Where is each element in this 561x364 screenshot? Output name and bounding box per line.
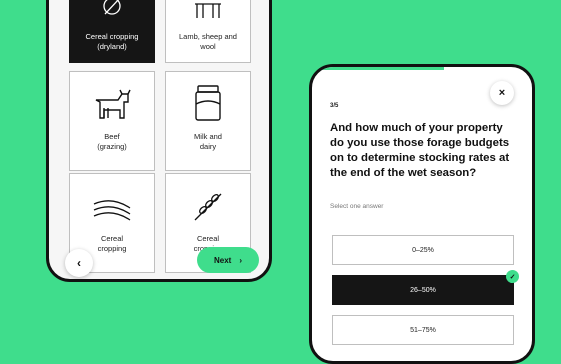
next-label: Next bbox=[213, 255, 232, 265]
answer-option-label: 26–50% bbox=[410, 286, 436, 294]
question-text: And how much of your property do you use… bbox=[330, 122, 510, 179]
back-button[interactable]: ‹ bbox=[65, 249, 93, 277]
chevron-left-icon: ‹ bbox=[77, 256, 81, 270]
chevron-right-icon: › bbox=[239, 255, 242, 265]
farm-card-line1: Lamb, sheep and bbox=[179, 32, 237, 41]
answer-option-0-25[interactable]: 0–25% bbox=[332, 235, 514, 265]
farm-card-line2: (dryland) bbox=[97, 42, 127, 51]
farm-card-cereal-dryland[interactable]: Cereal cropping (dryland) bbox=[69, 0, 155, 63]
answer-option-26-50[interactable]: 26–50% ✓ bbox=[332, 270, 519, 305]
step-indicator: 3/5 bbox=[330, 103, 339, 109]
farm-card-line1: Beef bbox=[104, 132, 120, 141]
milk-carton-icon bbox=[195, 85, 221, 121]
answer-option-label: 51–75% bbox=[410, 326, 436, 334]
answer-option-label: 0–25% bbox=[412, 246, 434, 254]
check-icon: ✓ bbox=[506, 270, 519, 283]
progress-bar bbox=[312, 67, 444, 70]
answer-hint: Select one answer bbox=[330, 203, 384, 210]
close-icon: × bbox=[498, 87, 506, 99]
farm-card-line2: dairy bbox=[199, 142, 217, 151]
close-button[interactable]: × bbox=[490, 81, 514, 105]
farm-type-screen: Cereal cropping (dryland) Lamb, sheep an… bbox=[46, 0, 272, 282]
farm-card-milk-dairy[interactable]: Milk and dairy bbox=[165, 71, 251, 171]
farm-card-lamb-sheep-wool[interactable]: Lamb, sheep and wool bbox=[165, 0, 251, 63]
farm-card-beef[interactable]: Beef (grazing) bbox=[69, 71, 155, 171]
next-button[interactable]: Next › bbox=[197, 247, 259, 273]
question-screen: × 3/5 And how much of your property do y… bbox=[309, 64, 535, 364]
farm-card-line2: wool bbox=[200, 42, 216, 51]
farm-card-line2: (grazing) bbox=[97, 142, 127, 151]
field-rows-icon bbox=[93, 200, 131, 221]
farm-card-line1: Cereal bbox=[100, 234, 124, 243]
farm-card-line1: Milk and bbox=[194, 132, 222, 141]
farm-card-line1: Cereal bbox=[196, 234, 220, 243]
cow-icon bbox=[95, 89, 131, 119]
wheat-icon bbox=[103, 0, 121, 15]
answer-option-51-75[interactable]: 51–75% bbox=[332, 315, 514, 345]
grain-stalk-icon bbox=[194, 193, 222, 221]
farm-card-line1: Cereal cropping bbox=[85, 32, 139, 41]
sheep-icon bbox=[195, 3, 221, 18]
